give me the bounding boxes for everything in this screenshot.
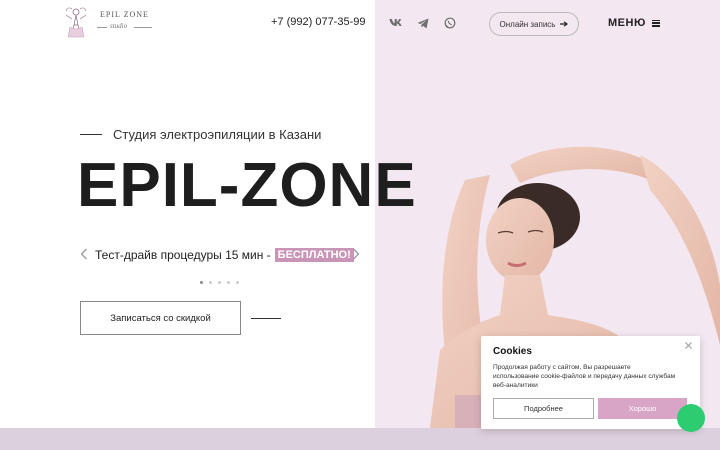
slider-dot[interactable] xyxy=(200,281,203,284)
chevron-left-icon[interactable] xyxy=(80,248,90,262)
slider-dots xyxy=(200,281,239,284)
promo-text: Тест-драйв процедуры 15 мин - xyxy=(95,248,271,262)
slider-dot[interactable] xyxy=(227,281,230,284)
cookie-banner: Cookies Продолжая работу с сайтом, Вы ра… xyxy=(481,336,700,429)
close-icon[interactable] xyxy=(685,342,692,352)
phone-link[interactable]: +7 (992) 077-35-99 xyxy=(271,16,365,28)
logo-divider xyxy=(97,27,107,28)
slider-dot[interactable] xyxy=(209,281,212,284)
hero-title: EPIL-ZONE xyxy=(77,151,417,220)
next-section-strip xyxy=(0,428,720,450)
site-logo[interactable]: EPIL ZONE studio xyxy=(62,5,157,41)
hamburger-icon xyxy=(651,19,660,27)
signup-discount-button[interactable]: Записаться со скидкой xyxy=(80,301,241,335)
promo-badge: БЕСПЛАТНО! xyxy=(274,248,354,262)
chevron-right-icon[interactable] xyxy=(352,248,362,262)
online-booking-button[interactable]: Онлайн запись xyxy=(489,12,579,36)
logo-figure-icon xyxy=(65,7,87,38)
whatsapp-chat-button[interactable] xyxy=(677,404,705,432)
cta-decor-line xyxy=(251,318,281,319)
arrow-right-icon xyxy=(560,20,569,29)
slider-dot[interactable] xyxy=(218,281,221,284)
menu-label: МЕНЮ xyxy=(608,17,646,29)
cookie-accept-button[interactable]: Хорошо xyxy=(598,398,687,419)
vk-icon[interactable] xyxy=(389,16,403,30)
logo-tagline: studio xyxy=(110,22,128,30)
online-booking-label: Онлайн запись xyxy=(499,19,556,29)
cookie-title: Cookies xyxy=(493,346,532,357)
promo-slide: Тест-драйв процедуры 15 мин - БЕСПЛАТНО! xyxy=(95,248,354,262)
logo-name: EPIL ZONE xyxy=(100,10,149,19)
slider-dot[interactable] xyxy=(236,281,239,284)
logo-divider xyxy=(134,27,152,28)
cookie-more-button[interactable]: Подробнее xyxy=(493,398,594,419)
telegram-icon[interactable] xyxy=(416,16,430,30)
subtitle-decor-line xyxy=(80,134,102,135)
hero-subtitle: Студия электроэпиляции в Казани xyxy=(113,127,322,142)
whatsapp-icon[interactable] xyxy=(443,16,457,30)
menu-button[interactable]: МЕНЮ xyxy=(608,17,660,29)
cookie-text: Продолжая работу с сайтом, Вы разрешаете… xyxy=(493,364,676,389)
